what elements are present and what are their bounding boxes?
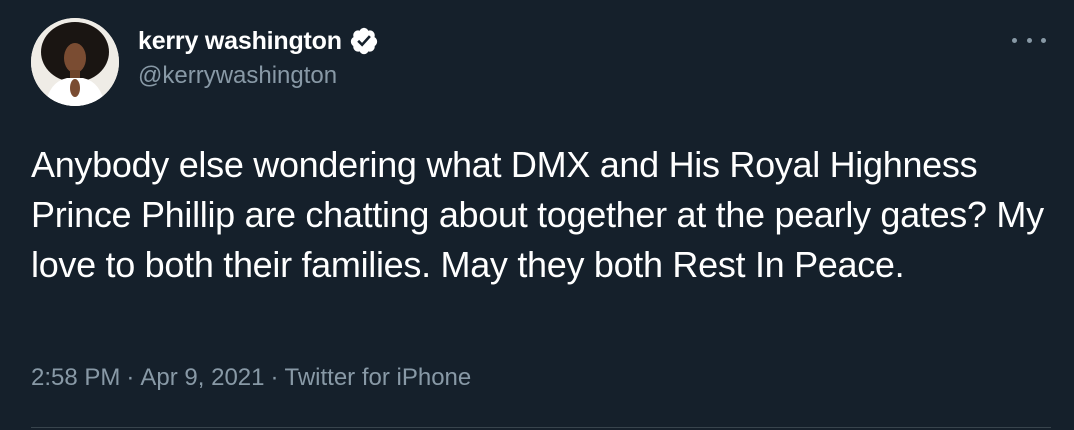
separator: · <box>126 364 135 391</box>
tweet-metadata: 2:58 PM · Apr 9, 2021 · Twitter for iPhone <box>31 364 471 392</box>
tweet-source[interactable]: Twitter for iPhone <box>284 364 471 391</box>
ellipsis-icon <box>1026 37 1032 43</box>
user-handle[interactable]: @kerrywashington <box>138 62 379 90</box>
ellipsis-icon <box>1041 37 1046 43</box>
separator: · <box>270 364 279 391</box>
more-options-button[interactable] <box>1012 30 1046 50</box>
name-row: kerry washington <box>138 24 379 58</box>
tweet-text: Anybody else wondering what DMX and His … <box>31 144 1044 285</box>
tweet-date[interactable]: Apr 9, 2021 <box>140 364 264 391</box>
display-name[interactable]: kerry washington <box>138 27 342 56</box>
tweet-time[interactable]: 2:58 PM <box>31 364 120 391</box>
user-info: kerry washington @kerrywashington <box>138 24 379 90</box>
divider <box>31 427 1051 428</box>
avatar[interactable] <box>31 18 119 106</box>
profile-photo-icon <box>31 18 119 106</box>
tweet-card: kerry washington @kerrywashington Anybod… <box>0 0 1074 430</box>
ellipsis-icon <box>1012 37 1017 43</box>
verified-badge-icon <box>349 26 379 56</box>
